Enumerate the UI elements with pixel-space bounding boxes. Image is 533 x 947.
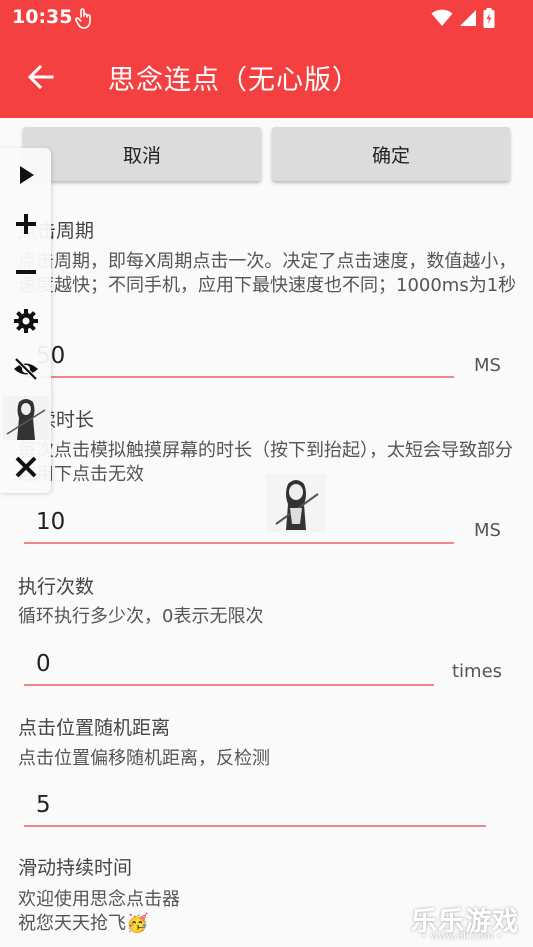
watermark-url: • www.6ll.com •	[421, 931, 503, 942]
confirm-button[interactable]: 确定	[272, 127, 510, 181]
click-duration-input[interactable]: 10	[36, 509, 65, 535]
minus-icon[interactable]	[13, 259, 39, 285]
gear-icon[interactable]	[13, 308, 39, 334]
battery-charging-icon	[483, 8, 495, 28]
wifi-icon	[431, 9, 453, 26]
status-bar: 10:35	[0, 0, 533, 36]
cancel-button[interactable]: 取消	[23, 127, 261, 181]
exec-count-desc: 循环执行多少次，0表示无限次	[18, 606, 264, 627]
status-time: 10:35	[12, 6, 73, 28]
click-period-underline	[24, 376, 454, 378]
watermark: 乐乐游戏 • www.6ll.com •	[411, 901, 529, 945]
avatar[interactable]	[3, 396, 49, 440]
random-distance-underline	[24, 825, 486, 827]
exec-count-input[interactable]: 0	[36, 651, 51, 677]
slide-duration-title: 滑动持续时间	[18, 857, 133, 879]
eye-off-icon[interactable]	[13, 356, 39, 382]
touch-icon	[75, 8, 91, 29]
random-distance-title: 点击位置随机距离	[18, 717, 171, 739]
arrow-left-icon[interactable]	[26, 62, 56, 92]
click-duration-unit: MS	[474, 520, 501, 541]
click-period-desc: 点击周期，即每X周期点击一次。决定了点击速度，数值越小，速度越快；不同手机，应用…	[18, 251, 517, 296]
page-title: 思念连点（无心版）	[108, 65, 360, 96]
random-distance-desc: 点击位置偏移随机距离，反检测	[18, 748, 270, 769]
avatar-image[interactable]	[266, 474, 326, 532]
app-bar: 思念连点（无心版）	[0, 36, 533, 118]
plus-icon[interactable]	[13, 211, 39, 237]
exec-count-title: 执行次数	[18, 576, 95, 598]
click-duration-underline	[24, 542, 454, 544]
signal-icon	[460, 10, 476, 26]
play-icon[interactable]	[13, 162, 39, 188]
random-distance-input[interactable]: 5	[36, 792, 51, 818]
close-icon[interactable]	[13, 454, 39, 480]
exec-count-unit: times	[452, 661, 503, 682]
exec-count-underline	[24, 684, 434, 686]
click-period-unit: MS	[474, 355, 501, 376]
floating-control-panel	[0, 148, 51, 493]
